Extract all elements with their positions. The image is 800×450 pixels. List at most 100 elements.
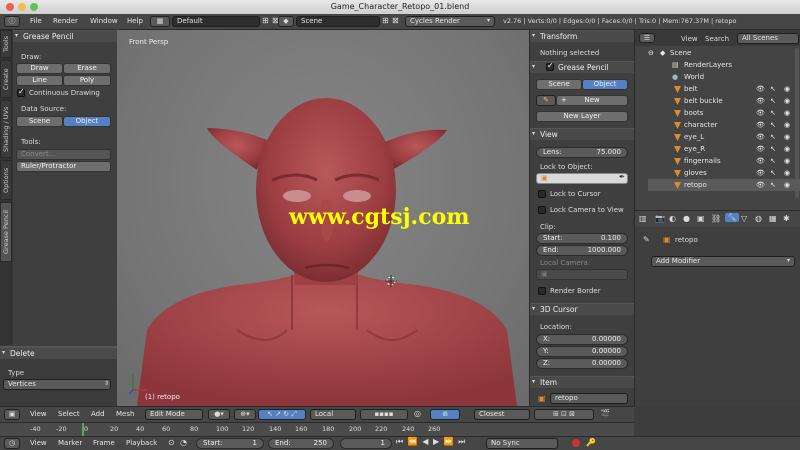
- constraints-context-icon[interactable]: ⛓: [711, 214, 721, 223]
- expand-icon[interactable]: ⊖: [648, 47, 654, 59]
- menu-help[interactable]: Help: [127, 17, 143, 25]
- gp-object-button[interactable]: Object: [582, 79, 628, 90]
- data-context-icon[interactable]: ▽: [741, 214, 747, 223]
- render-camera-icon[interactable]: ◉: [784, 83, 790, 95]
- scene-icon[interactable]: ◆: [278, 16, 294, 27]
- render-camera-icon[interactable]: ◉: [784, 95, 790, 107]
- local-camera-field[interactable]: ▣: [536, 269, 628, 280]
- lock-camera-checkbox[interactable]: [538, 206, 546, 214]
- outliner-search-menu[interactable]: Search: [705, 35, 729, 43]
- add-modifier-select[interactable]: Add Modifier: [651, 256, 795, 267]
- lens-field[interactable]: Lens: 75.000: [536, 147, 628, 158]
- texture-context-icon[interactable]: ▦: [769, 214, 777, 223]
- visibility-eye-icon[interactable]: 👁: [756, 83, 765, 95]
- physics-context-icon[interactable]: ✱: [783, 214, 790, 223]
- menu-frame[interactable]: Frame: [93, 439, 115, 447]
- select-cursor-icon[interactable]: ↖: [770, 107, 776, 119]
- visibility-eye-icon[interactable]: 👁: [756, 179, 765, 191]
- transform-orientation-select[interactable]: Local: [310, 409, 356, 420]
- viewport-shading-icon[interactable]: ●▾: [208, 409, 230, 420]
- timeline[interactable]: [0, 422, 634, 437]
- modifiers-wrench-icon[interactable]: 🔧: [725, 213, 739, 222]
- transform-panel-header[interactable]: Transform: [530, 30, 634, 42]
- layout-field[interactable]: Default: [172, 16, 260, 27]
- maximize-window-button[interactable]: [30, 3, 38, 11]
- outliner-row-scene[interactable]: ⊖ ◆ Scene: [648, 47, 800, 59]
- new-gp-button[interactable]: + New: [556, 95, 628, 106]
- item-name-field[interactable]: retopo: [550, 393, 628, 404]
- cursor-x-field[interactable]: X: 0.00000: [536, 334, 628, 345]
- grease-pencil-panel-header[interactable]: Grease Pencil: [13, 30, 117, 42]
- render-camera-icon[interactable]: ◉: [784, 119, 790, 131]
- keying-set-icon[interactable]: 🔑: [586, 438, 596, 447]
- grease-pencil-enable-checkbox[interactable]: [546, 61, 554, 71]
- select-cursor-icon[interactable]: ↖: [770, 179, 776, 191]
- outliner-row-gloves[interactable]: gloves 👁 ↖ ◉: [648, 167, 800, 179]
- pencil-icon[interactable]: ✎: [536, 95, 556, 106]
- material-context-icon[interactable]: ◍: [755, 214, 762, 223]
- menu-select[interactable]: Select: [58, 410, 80, 418]
- draw-button[interactable]: Draw: [16, 63, 63, 74]
- visibility-eye-icon[interactable]: 👁: [756, 131, 765, 143]
- editor-type-icon[interactable]: ⓘ: [4, 16, 20, 27]
- menu-playback[interactable]: Playback: [126, 439, 157, 447]
- scene-context-icon[interactable]: ◐: [669, 214, 676, 223]
- select-cursor-icon[interactable]: ↖: [770, 155, 776, 167]
- snap-magnet-icon[interactable]: ⋒: [430, 409, 460, 420]
- menu-add[interactable]: Add: [91, 410, 105, 418]
- convert-button[interactable]: Convert...: [16, 149, 111, 160]
- select-cursor-icon[interactable]: ↖: [770, 119, 776, 131]
- close-window-button[interactable]: [6, 3, 14, 11]
- menu-file[interactable]: File: [30, 17, 42, 25]
- select-cursor-icon[interactable]: ↖: [770, 131, 776, 143]
- outliner-filter-select[interactable]: All Scenes: [737, 33, 799, 44]
- properties-editor-icon[interactable]: ▥: [639, 214, 647, 223]
- menu-marker[interactable]: Marker: [58, 439, 82, 447]
- outliner-row-renderlayers[interactable]: ▤ RenderLayers: [648, 59, 800, 71]
- tab-create[interactable]: Create: [0, 60, 12, 98]
- menu-timeline-view[interactable]: View: [30, 439, 47, 447]
- tab-shading-uvs[interactable]: Shading / UVs: [0, 100, 12, 158]
- render-camera-icon[interactable]: ◉: [784, 179, 790, 191]
- outliner-view-menu[interactable]: View: [681, 35, 698, 43]
- menu-window[interactable]: Window: [90, 17, 118, 25]
- render-engine-select[interactable]: Cycles Render: [405, 16, 495, 27]
- delete-type-select[interactable]: Vertices: [3, 379, 111, 390]
- render-preview-icon[interactable]: 🎬: [600, 409, 610, 418]
- render-border-checkbox[interactable]: [538, 287, 546, 295]
- outliner-row-belt-buckle[interactable]: belt buckle 👁 ↖ ◉: [648, 95, 800, 107]
- cursor-y-field[interactable]: Y: 0.00000: [536, 346, 628, 357]
- 3d-cursor-panel-header[interactable]: 3D Cursor: [530, 303, 634, 315]
- add-scene-icon[interactable]: ⊞: [382, 16, 389, 25]
- snap-target-select[interactable]: Closest: [474, 409, 530, 420]
- remove-scene-icon[interactable]: ⊠: [392, 16, 399, 25]
- visibility-eye-icon[interactable]: 👁: [756, 167, 765, 179]
- select-cursor-icon[interactable]: ↖: [770, 167, 776, 179]
- menu-render[interactable]: Render: [53, 17, 78, 25]
- scene-field[interactable]: Scene: [296, 16, 380, 27]
- poly-button[interactable]: Poly: [63, 75, 111, 86]
- viewport-3d[interactable]: Front Persp www.cgtsj.com (1) retopo: [117, 30, 529, 406]
- outliner-row-eye-l[interactable]: eye_L 👁 ↖ ◉: [648, 131, 800, 143]
- preview-range-icon[interactable]: ⊙: [168, 438, 175, 447]
- visibility-eye-icon[interactable]: 👁: [756, 119, 765, 131]
- world-context-icon[interactable]: ●: [683, 214, 690, 223]
- lock-to-cursor-checkbox[interactable]: [538, 190, 546, 198]
- outliner-row-belt[interactable]: belt 👁 ↖ ◉: [648, 83, 800, 95]
- sync-mode-select[interactable]: No Sync: [486, 438, 558, 449]
- tab-options[interactable]: Options: [0, 160, 12, 200]
- outliner-row-boots[interactable]: boots 👁 ↖ ◉: [648, 107, 800, 119]
- item-panel-header[interactable]: Item: [530, 376, 634, 388]
- proportional-edit-icon[interactable]: ◎: [414, 409, 421, 418]
- manipulator-icons[interactable]: ↖ ↗ ↻ ⤢: [258, 409, 306, 420]
- pivot-icon[interactable]: ⊕▾: [234, 409, 256, 420]
- render-camera-icon[interactable]: ◉: [784, 155, 790, 167]
- visibility-eye-icon[interactable]: 👁: [756, 95, 765, 107]
- menu-mesh[interactable]: Mesh: [116, 410, 134, 418]
- current-frame-field[interactable]: 1: [340, 438, 392, 449]
- ruler-protractor-button[interactable]: Ruler/Protractor: [16, 161, 111, 172]
- timeline-editor-icon[interactable]: ◷: [4, 438, 20, 449]
- outliner-row-character[interactable]: character 👁 ↖ ◉: [648, 119, 800, 131]
- render-camera-icon[interactable]: ◉: [784, 131, 790, 143]
- snap-options-icons[interactable]: ⊞ ⊡ ⊠: [534, 409, 594, 420]
